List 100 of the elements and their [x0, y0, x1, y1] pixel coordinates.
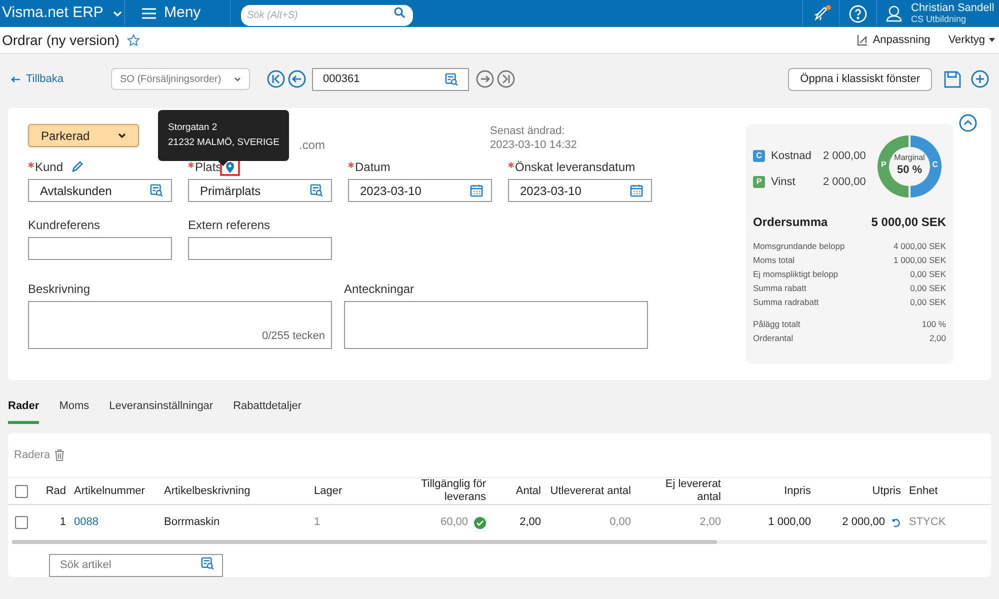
lookup-icon[interactable] — [150, 184, 163, 197]
field-value: 2023-03-10 — [519, 182, 582, 200]
last-changed-date: 2023-03-10 14:32 — [490, 138, 577, 152]
legend-label: Kostnad — [771, 149, 812, 164]
table-cell-text: 1 — [314, 515, 320, 530]
column-header[interactable]: Antal — [494, 484, 541, 498]
summary-value: 100 % — [922, 318, 946, 331]
favorite-star-icon[interactable] — [127, 34, 140, 46]
notes-textarea[interactable] — [344, 301, 648, 349]
ruler-icon[interactable] — [856, 34, 868, 46]
legend-badge: C — [753, 150, 765, 162]
lookup-icon[interactable] — [445, 72, 458, 86]
field-label: Plats — [195, 159, 222, 176]
table-cell-text: 60,00 — [440, 515, 468, 530]
input-field[interactable]: 2023-03-10 — [348, 179, 492, 202]
column-header[interactable]: Lager — [314, 484, 396, 498]
field-value: 2023-03-10 — [359, 182, 422, 200]
column-header[interactable]: Rad — [39, 484, 66, 498]
tab[interactable]: Moms — [59, 396, 90, 424]
menu-icon[interactable] — [142, 8, 156, 19]
search-icon[interactable] — [394, 6, 405, 18]
input-field[interactable]: 2023-03-10 — [508, 179, 652, 202]
trash-icon[interactable] — [54, 449, 66, 461]
next-record-icon[interactable] — [476, 70, 494, 88]
input-field[interactable] — [28, 237, 172, 260]
summary-label: Summa radrabatt — [753, 296, 819, 309]
donut-drawing — [877, 134, 942, 199]
summary-value: 0,00 SEK — [910, 296, 946, 309]
classic-window-button[interactable]: Öppna i klassiskt fönster — [788, 68, 932, 90]
input-field[interactable] — [188, 237, 332, 260]
order-type-dropdown[interactable]: SO (Försäljningsorder) — [111, 68, 250, 90]
summary-label: Pålägg totalt — [753, 318, 800, 331]
location-pin-icon[interactable] — [226, 162, 234, 172]
summary-label: Summa rabatt — [753, 282, 806, 295]
user-name[interactable]: Christian Sandell — [911, 2, 994, 14]
column-header[interactable]: Inpris — [729, 484, 811, 498]
email-text: .com — [299, 137, 326, 154]
input-field[interactable]: Avtalskunden — [28, 179, 172, 202]
column-header[interactable]: Artikelnummer — [74, 484, 156, 498]
input-field[interactable]: Primärplats — [188, 179, 332, 202]
chevron-down-icon[interactable] — [113, 10, 122, 16]
lookup-icon[interactable] — [201, 557, 214, 570]
field-label: Kund — [35, 159, 64, 176]
rocket-icon[interactable] — [813, 6, 829, 22]
order-total-label: Ordersumma — [753, 214, 828, 231]
summary-value: 0,00 SEK — [910, 268, 946, 281]
column-header[interactable]: Utpris — [819, 484, 901, 498]
tab[interactable]: Rader — [8, 396, 40, 424]
field-label: Anteckningar — [344, 281, 416, 298]
last-record-icon[interactable] — [497, 70, 515, 88]
tab[interactable]: Rabattdetaljer — [233, 396, 302, 424]
product-name[interactable]: Visma.net ERP — [2, 2, 104, 25]
column-header[interactable]: Utlevererat antal — [549, 484, 631, 498]
page-title: Ordrar (ny version) — [2, 30, 120, 50]
customize-button[interactable]: Anpassning — [872, 32, 930, 48]
pencil-icon[interactable] — [71, 161, 84, 173]
first-record-icon[interactable] — [267, 70, 285, 88]
summary-value: 1 000,00 SEK — [894, 254, 946, 267]
calendar-icon[interactable] — [630, 184, 643, 197]
column-header[interactable]: Artikelbeskrivning — [164, 484, 306, 498]
previous-record-icon[interactable] — [288, 70, 306, 88]
column-header[interactable]: Ej levererat antal — [639, 478, 721, 504]
add-icon[interactable] — [971, 70, 989, 88]
column-header[interactable]: Tillgänglig för leverans — [404, 478, 486, 504]
tooltip-line: 21232 MALMÖ, SVERIGE — [168, 136, 280, 150]
table-cell-text: STYCK — [909, 515, 946, 530]
row-checkbox[interactable] — [15, 516, 28, 529]
summary-value: 2,00 — [929, 332, 946, 345]
search-field[interactable]: Sök (Alt+S) — [241, 4, 413, 26]
description-textarea[interactable]: 0/255 tecken — [28, 301, 332, 349]
tools-button[interactable]: Verktyg — [948, 32, 995, 48]
status-dropdown[interactable]: Parkerad — [28, 124, 139, 147]
column-header[interactable]: Enhet — [909, 484, 961, 498]
table-cell-text: 0,00 — [610, 515, 631, 530]
lookup-icon[interactable] — [310, 184, 323, 197]
last-changed-label: Senast ändrad: — [490, 124, 566, 138]
field-value: Primärplats — [199, 182, 261, 200]
user-icon[interactable] — [886, 5, 902, 22]
tooltip-line: Storgatan 2 — [168, 121, 218, 135]
tab[interactable]: Leveransinställningar — [109, 396, 214, 424]
delete-button[interactable]: Radera — [14, 446, 50, 464]
select-all-checkbox[interactable] — [15, 484, 28, 498]
collapse-icon[interactable] — [959, 114, 977, 132]
chevron-down-icon — [118, 133, 126, 138]
back-link[interactable]: Tillbaka — [11, 70, 111, 88]
field-label: Kundreferens — [28, 217, 100, 234]
help-icon[interactable] — [849, 4, 867, 22]
order-total-value: 5 000,00 SEK — [871, 214, 946, 231]
article-search-field[interactable]: Sök artikel — [49, 554, 223, 576]
order-number-field[interactable]: 000361 — [312, 68, 469, 90]
scrollbar[interactable] — [12, 540, 717, 544]
reset-icon[interactable] — [891, 518, 901, 528]
arrow-left-icon — [11, 76, 20, 82]
field-value: Avtalskunden — [39, 182, 112, 200]
chevron-down-icon — [234, 76, 241, 82]
calendar-icon[interactable] — [470, 184, 483, 197]
legend-value: 2 000,00 — [823, 174, 866, 190]
table-cell[interactable]: 0088 — [74, 514, 98, 531]
legend-badge: P — [753, 176, 765, 188]
save-icon[interactable] — [944, 70, 961, 88]
